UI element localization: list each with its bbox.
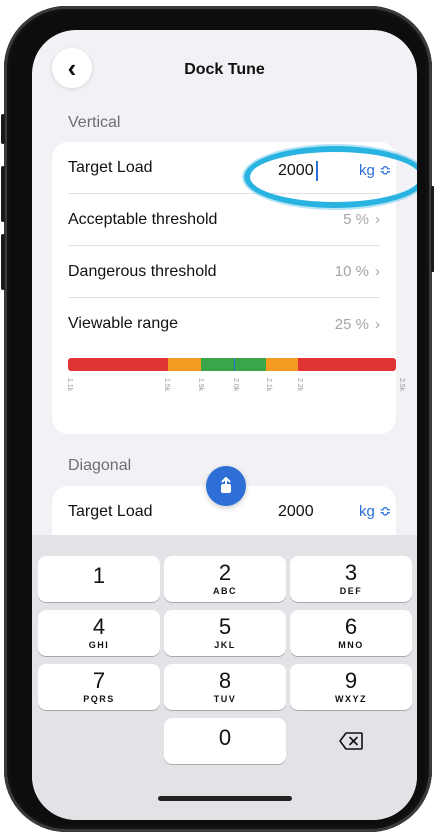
section-label-diagonal: Diagonal <box>68 457 132 474</box>
viewable-range-row[interactable]: Viewable range 25 % › <box>68 298 380 350</box>
chevron-right-icon: › <box>375 263 380 280</box>
key-letters: ABC <box>213 586 237 596</box>
range-tick: 1.9k <box>197 378 204 392</box>
section-label-vertical: Vertical <box>68 114 121 131</box>
key-4[interactable]: 4 GHI <box>38 610 160 656</box>
key-letters: WXYZ <box>335 694 367 704</box>
numeric-keypad: 1 2 ABC 3 DEF 4 GHI 5 JKL 6 MNO 7 PQRS 8… <box>32 535 417 820</box>
range-tick: 1.5k <box>163 378 170 392</box>
highlight-ellipse <box>244 146 417 208</box>
key-5[interactable]: 5 JKL <box>164 610 286 656</box>
key-letters: GHI <box>88 640 110 650</box>
page-title: Dock Tune <box>184 61 265 78</box>
delete-key[interactable] <box>290 718 412 764</box>
row-label: Viewable range <box>68 315 179 332</box>
range-tick: 2.1k <box>265 378 272 392</box>
range-tick: 2.0k <box>232 378 239 392</box>
row-label: Acceptable threshold <box>68 210 218 228</box>
row-label: Dangerous threshold <box>68 262 217 280</box>
target-load-label: Target Load <box>68 158 153 176</box>
backspace-icon <box>339 732 363 750</box>
dangerous-threshold-row[interactable]: Dangerous threshold 10 % › <box>68 246 380 298</box>
row-value: 25 % <box>334 315 369 333</box>
key-digit: 5 <box>218 614 232 639</box>
key-digit: 8 <box>218 668 232 693</box>
key-2[interactable]: 2 ABC <box>164 556 286 602</box>
key-digit: 2 <box>218 560 232 585</box>
app-screen: ‹ Dock Tune Vertical Target Load Accepta… <box>32 30 417 820</box>
chevron-right-icon: › <box>375 211 380 228</box>
chevron-right-icon: › <box>375 315 380 333</box>
volume-up-button <box>1 166 5 222</box>
key-1[interactable]: 1 <box>38 556 160 602</box>
key-letters: JKL <box>214 640 236 650</box>
range-danger-low <box>68 358 169 371</box>
range-warning-high <box>266 358 298 371</box>
key-digit: 1 <box>92 563 106 588</box>
key-letters: PQRS <box>83 694 115 704</box>
key-digit: 0 <box>218 725 232 750</box>
range-tick: 2.5k <box>398 378 405 392</box>
key-letters: DEF <box>339 586 363 596</box>
range-ok <box>200 358 267 371</box>
range-warning-low <box>168 358 201 371</box>
key-letters: TUV <box>213 694 237 704</box>
row-value: 5 % <box>343 211 369 228</box>
key-8[interactable]: 8 TUV <box>164 664 286 710</box>
key-digit: 6 <box>344 614 358 639</box>
diagonal-target-load-input[interactable]: 2000 <box>278 503 314 521</box>
key-digit: 3 <box>344 560 358 585</box>
key-7[interactable]: 7 PQRS <box>38 664 160 710</box>
share-button[interactable] <box>206 466 246 506</box>
range-bar <box>68 358 396 371</box>
key-6[interactable]: 6 MNO <box>290 610 412 656</box>
range-tick: 1.1k <box>66 378 73 392</box>
range-tick: 2.2k <box>296 378 303 392</box>
home-indicator <box>158 796 292 801</box>
key-digit: 9 <box>344 668 358 693</box>
key-digit: 7 <box>92 668 106 693</box>
volume-down-button <box>1 234 5 290</box>
diagonal-unit-picker[interactable]: kg ≎ <box>359 502 392 520</box>
key-digit: 4 <box>92 614 106 639</box>
key-3[interactable]: 3 DEF <box>290 556 412 602</box>
range-danger-high <box>297 358 396 371</box>
key-0[interactable]: 0 <box>164 718 286 764</box>
key-9[interactable]: 9 WXYZ <box>290 664 412 710</box>
target-load-label: Target Load <box>68 502 153 520</box>
mute-switch <box>1 114 5 144</box>
target-marker <box>233 358 236 371</box>
row-value: 10 % <box>334 263 369 280</box>
key-letters: MNO <box>338 640 364 650</box>
share-icon <box>221 477 231 493</box>
phone-frame: ‹ Dock Tune Vertical Target Load Accepta… <box>1 6 434 832</box>
